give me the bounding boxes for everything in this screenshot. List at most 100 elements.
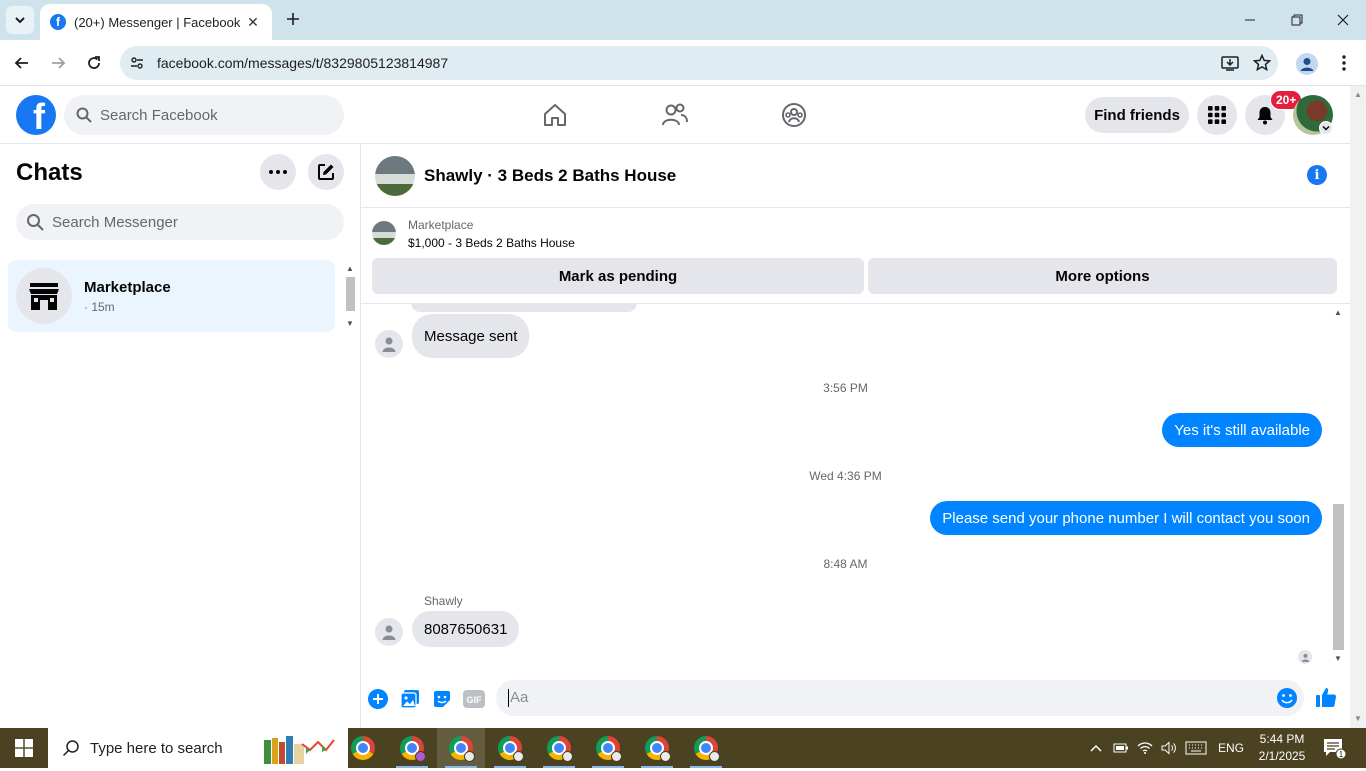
- show-hidden-icons-button[interactable]: [1086, 728, 1106, 768]
- friends-nav-button[interactable]: [660, 100, 690, 130]
- taskbar-chrome-profile-active[interactable]: [437, 728, 485, 768]
- message-bubble-outgoing[interactable]: Yes it's still available: [1162, 413, 1322, 447]
- search-highlight-books-icon[interactable]: [262, 732, 336, 766]
- chat-options-button[interactable]: [260, 154, 296, 190]
- taskbar-chrome-profile[interactable]: [535, 728, 583, 768]
- message-scrollbar[interactable]: ▲ ▼: [1331, 304, 1346, 668]
- messenger-search-placeholder: Search Messenger: [52, 213, 178, 231]
- conversation-info-icon[interactable]: i: [1307, 165, 1327, 185]
- install-icon: [1221, 56, 1239, 71]
- more-actions-button[interactable]: [367, 688, 389, 710]
- chrome-icon: [449, 736, 475, 762]
- listing-thumbnail[interactable]: [372, 221, 396, 245]
- plus-icon: [287, 13, 299, 25]
- scroll-up-arrow-icon[interactable]: ▲: [1354, 90, 1362, 99]
- messenger-search-input[interactable]: Search Messenger: [16, 204, 344, 240]
- scroll-up-arrow-icon[interactable]: ▲: [346, 264, 354, 273]
- new-message-button[interactable]: [308, 154, 344, 190]
- taskbar-chrome[interactable]: [339, 728, 387, 768]
- find-friends-button[interactable]: Find friends: [1085, 97, 1189, 133]
- menu-grid-button[interactable]: [1197, 95, 1237, 135]
- tab-search-button[interactable]: [6, 6, 34, 34]
- chrome-icon: [596, 736, 622, 762]
- svg-text:GIF: GIF: [467, 695, 483, 705]
- network-button[interactable]: [1134, 728, 1156, 768]
- page-scrollbar[interactable]: ▲ ▼: [1350, 86, 1366, 728]
- scroll-up-arrow-icon[interactable]: ▲: [1334, 308, 1342, 317]
- attach-photo-button[interactable]: [399, 688, 421, 710]
- site-info-button[interactable]: [120, 46, 154, 80]
- taskbar-chrome-profile[interactable]: [682, 728, 730, 768]
- chats-title: Chats: [16, 159, 83, 186]
- scroll-down-arrow-icon[interactable]: ▼: [1334, 654, 1342, 663]
- browser-toolbar: facebook.com/messages/t/8329805123814987: [0, 40, 1366, 86]
- mark-as-pending-button[interactable]: Mark as pending: [372, 258, 864, 294]
- message-composer: GIF Aa: [361, 674, 1350, 724]
- touch-keyboard-button[interactable]: [1182, 728, 1210, 768]
- volume-button[interactable]: [1158, 728, 1180, 768]
- browser-profile-button[interactable]: [1294, 51, 1320, 77]
- person-icon: [382, 337, 396, 352]
- start-button[interactable]: [0, 728, 48, 768]
- chat-item-marketplace[interactable]: Marketplace · 15m: [8, 260, 335, 332]
- groups-nav-button[interactable]: [779, 100, 809, 130]
- scrollbar-thumb[interactable]: [346, 277, 355, 311]
- account-icon: [1296, 53, 1318, 75]
- search-icon: [76, 107, 92, 123]
- chevron-down-icon: [15, 17, 25, 24]
- message-bubble-incoming[interactable]: 8087650631: [412, 611, 520, 647]
- back-button[interactable]: [10, 51, 34, 75]
- install-app-button[interactable]: [1214, 47, 1246, 79]
- speaker-icon: [1161, 741, 1176, 755]
- close-window-button[interactable]: [1331, 8, 1355, 32]
- address-bar[interactable]: facebook.com/messages/t/8329805123814987: [120, 46, 1278, 80]
- taskbar-chrome-profile[interactable]: [486, 728, 534, 768]
- gif-icon: GIF: [463, 690, 485, 708]
- message-timestamp: Wed 4:36 PM: [809, 469, 882, 483]
- browser-tab[interactable]: f (20+) Messenger | Facebook ✕: [40, 4, 272, 40]
- more-options-button[interactable]: More options: [868, 258, 1337, 294]
- emoji-button[interactable]: [1276, 687, 1298, 709]
- chrome-icon: [694, 736, 720, 762]
- chat-list-scrollbar[interactable]: ▲ ▼: [343, 260, 358, 332]
- listing-label: Marketplace: [408, 218, 474, 232]
- tab-close-icon[interactable]: ✕: [244, 14, 262, 31]
- language-indicator[interactable]: ENG: [1214, 728, 1248, 768]
- bookmark-button[interactable]: [1246, 47, 1278, 79]
- reload-icon: [88, 56, 100, 69]
- action-center-button[interactable]: 1: [1322, 736, 1347, 760]
- clock-time: 5:44 PM: [1259, 732, 1305, 746]
- message-input[interactable]: Aa: [496, 680, 1304, 716]
- account-menu-button[interactable]: [1319, 121, 1333, 135]
- facebook-logo-icon[interactable]: f: [16, 95, 56, 135]
- browser-menu-button[interactable]: [1332, 51, 1356, 75]
- sticker-button[interactable]: [431, 688, 453, 710]
- message-timestamp: 8:48 AM: [823, 557, 868, 571]
- message-bubble-incoming[interactable]: Message sent: [412, 314, 530, 358]
- scroll-down-arrow-icon[interactable]: ▼: [346, 319, 354, 328]
- minimize-button[interactable]: [1238, 8, 1262, 32]
- conversation-title[interactable]: Shawly · 3 Beds 2 Baths House: [424, 166, 676, 186]
- url-text[interactable]: facebook.com/messages/t/8329805123814987: [157, 55, 1214, 71]
- forward-button[interactable]: [46, 51, 70, 75]
- listing-price[interactable]: $1,000 - 3 Beds 2 Baths House: [408, 236, 575, 250]
- home-nav-button[interactable]: [540, 100, 570, 130]
- reload-button[interactable]: [82, 51, 106, 75]
- conversation-avatar[interactable]: [375, 156, 415, 196]
- gif-button[interactable]: GIF: [463, 688, 485, 710]
- system-clock[interactable]: 5:44 PM 2/1/2025: [1252, 731, 1312, 765]
- restore-button[interactable]: [1285, 8, 1309, 32]
- message-bubble-outgoing[interactable]: Please send your phone number I will con…: [930, 501, 1322, 535]
- scroll-down-arrow-icon[interactable]: ▼: [1354, 714, 1362, 723]
- send-like-button[interactable]: [1315, 686, 1337, 708]
- battery-button[interactable]: [1110, 728, 1132, 768]
- taskbar-chrome-profile[interactable]: [633, 728, 681, 768]
- photo-icon: [400, 690, 419, 709]
- message-input-placeholder: Aa: [508, 689, 529, 707]
- taskbar-search-placeholder: Type here to search: [90, 739, 223, 757]
- facebook-search-input[interactable]: Search Facebook: [64, 95, 344, 135]
- taskbar-chrome-profile[interactable]: [584, 728, 632, 768]
- new-tab-button[interactable]: [282, 8, 304, 30]
- taskbar-chrome-profile[interactable]: [388, 728, 436, 768]
- scrollbar-thumb[interactable]: [1333, 504, 1344, 650]
